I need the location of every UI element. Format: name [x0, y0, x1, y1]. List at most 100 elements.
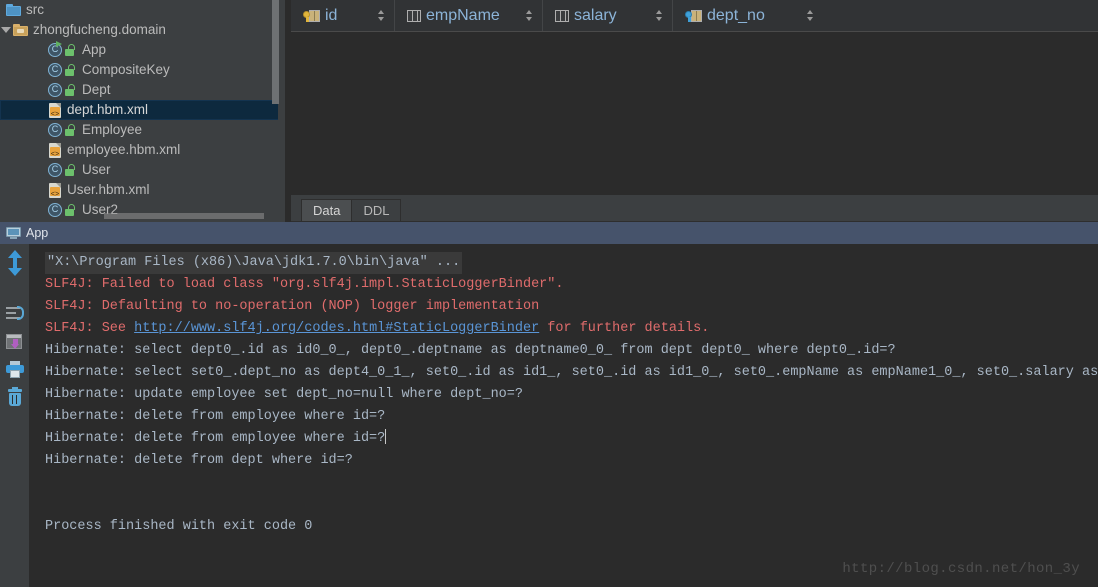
- down-arrow-icon: [6, 260, 24, 295]
- public-visibility-icon: [65, 203, 76, 217]
- down-the-stack-trace-button[interactable]: [0, 260, 29, 300]
- run-tab-app[interactable]: App: [0, 226, 48, 240]
- tree-item-label: dept.hbm.xml: [67, 102, 149, 118]
- console-line-info: Hibernate: update employee set dept_no=n…: [45, 387, 523, 402]
- xml-file-icon: [48, 102, 62, 125]
- ide-window: src zhongfucheng.domain C App C CompositeKey C…: [0, 0, 1098, 587]
- public-visibility-icon: [65, 123, 76, 137]
- tree-item-src[interactable]: src: [0, 0, 291, 20]
- project-tree-panel[interactable]: src zhongfucheng.domain C App C CompositeKey C…: [0, 0, 291, 222]
- column-header-label: dept_no: [707, 6, 765, 24]
- sort-toggle-icon[interactable]: [526, 9, 533, 22]
- tab-data[interactable]: Data: [301, 199, 353, 222]
- public-visibility-icon: [65, 63, 76, 77]
- java-class-runnable-icon: C: [48, 41, 62, 58]
- foreign-key-column-icon: [685, 9, 702, 23]
- sort-toggle-icon[interactable]: [807, 9, 814, 22]
- public-visibility-icon: [65, 43, 76, 57]
- tree-item-dept-hbm-xml[interactable]: dept.hbm.xml: [0, 100, 291, 125]
- data-ddl-tab-bar: Data DDL: [291, 195, 1098, 222]
- java-class-icon: C: [48, 123, 62, 138]
- tree-vertical-scrollbar-thumb[interactable]: [272, 0, 279, 104]
- console-command-text: "X:\Program Files (x86)\Java\jdk1.7.0\bi…: [45, 252, 463, 274]
- console-line-info: Hibernate: select dept0_.id as id0_0_, d…: [45, 343, 896, 358]
- public-visibility-icon: [65, 163, 76, 177]
- sort-toggle-icon[interactable]: [378, 9, 385, 22]
- console-line-info: Hibernate: select set0_.dept_no as dept4…: [45, 365, 1098, 380]
- primary-key-column-icon: [303, 9, 320, 23]
- console-line-error: SLF4J: Defaulting to no-operation (NOP) …: [45, 299, 540, 314]
- tree-item-label: Dept: [82, 82, 111, 98]
- column-icon: [555, 9, 569, 23]
- xml-file-icon: [48, 142, 62, 165]
- soft-wrap-icon: [5, 305, 24, 323]
- package-folder-icon: [13, 24, 28, 37]
- tree-item-label: zhongfucheng.domain: [33, 22, 166, 38]
- tree-horizontal-scrollbar-thumb[interactable]: [104, 213, 264, 219]
- console-line-info: Hibernate: delete from employee where id…: [45, 428, 1098, 450]
- console-output[interactable]: "X:\Program Files (x86)\Java\jdk1.7.0\bi…: [29, 244, 1098, 587]
- tree-item-app[interactable]: C App: [0, 40, 291, 60]
- console-line-info: Hibernate: delete from dept where id=?: [45, 453, 353, 468]
- column-header-dept_no[interactable]: dept_no: [673, 0, 823, 31]
- tree-item-label: App: [82, 42, 107, 58]
- column-icon: [407, 9, 421, 23]
- tree-item-user-hbm-xml[interactable]: User.hbm.xml: [0, 180, 291, 205]
- java-class-icon: C: [48, 203, 62, 218]
- print-icon: [5, 361, 24, 379]
- console-line-info: Hibernate: delete from employee where id…: [45, 409, 386, 424]
- java-class-icon: C: [48, 83, 62, 98]
- console-toolbar: [0, 244, 29, 587]
- console-error-prefix: SLF4J: See: [45, 321, 135, 336]
- console-error-suffix: for further details.: [539, 321, 710, 336]
- column-header-salary[interactable]: salary: [543, 0, 673, 31]
- export-to-file-button[interactable]: [0, 328, 29, 356]
- console-line-command: "X:\Program Files (x86)\Java\jdk1.7.0\bi…: [45, 252, 1098, 274]
- console-info-text: Hibernate: delete from employee where id…: [45, 431, 386, 446]
- column-header-empName[interactable]: empName: [395, 0, 543, 31]
- export-icon: [5, 333, 24, 351]
- console-hyperlink[interactable]: http://www.slf4j.org/codes.html#StaticLo…: [134, 321, 539, 336]
- column-header-label: id: [325, 6, 338, 24]
- java-class-icon: C: [48, 63, 62, 78]
- top-area: src zhongfucheng.domain C App C CompositeKey C…: [0, 0, 1098, 222]
- project-tree-rows: src zhongfucheng.domain C App C CompositeKey C…: [0, 0, 291, 220]
- tree-item-dept[interactable]: C Dept: [0, 80, 291, 100]
- text-caret: [385, 429, 387, 444]
- column-header-label: salary: [574, 6, 617, 24]
- clear-all-button[interactable]: [0, 384, 29, 412]
- sort-toggle-icon[interactable]: [656, 9, 663, 22]
- column-header-label: empName: [426, 6, 500, 24]
- tree-item-label: employee.hbm.xml: [67, 142, 181, 158]
- trash-icon: [6, 387, 24, 407]
- xml-file-icon: [48, 182, 62, 205]
- tree-item-label: CompositeKey: [82, 62, 170, 78]
- tree-item-label: User.hbm.xml: [67, 182, 150, 198]
- run-tool-window-tab-bar: App: [0, 222, 1098, 244]
- console-line-error: SLF4J: Failed to load class "org.slf4j.i…: [45, 277, 564, 292]
- run-console-area: "X:\Program Files (x86)\Java\jdk1.7.0\bi…: [0, 244, 1098, 587]
- print-button[interactable]: [0, 356, 29, 384]
- column-header-id[interactable]: id: [291, 0, 395, 31]
- data-table-body[interactable]: [291, 32, 1098, 195]
- java-class-icon: C: [48, 163, 62, 178]
- tree-item-zhongfucheng-domain[interactable]: zhongfucheng.domain: [0, 20, 291, 40]
- tree-item-label: Employee: [82, 122, 143, 138]
- tab-ddl[interactable]: DDL: [351, 199, 402, 222]
- tree-item-user[interactable]: C User: [0, 160, 291, 180]
- tree-item-compositekey[interactable]: C CompositeKey: [0, 60, 291, 80]
- console-line-error-link: SLF4J: See http://www.slf4j.org/codes.ht…: [45, 318, 1098, 340]
- watermark-text: http://blog.csdn.net/hon_3y: [842, 561, 1080, 577]
- tree-vertical-scrollbar-track[interactable]: [272, 0, 285, 222]
- tree-item-label: User: [82, 162, 111, 178]
- run-tab-label: App: [26, 226, 49, 240]
- tree-item-employee[interactable]: C Employee: [0, 120, 291, 140]
- run-configuration-icon: [6, 226, 21, 240]
- tree-item-employee-hbm-xml[interactable]: employee.hbm.xml: [0, 140, 291, 165]
- data-table-panel: id empName salary dept_no Data DDL: [291, 0, 1098, 222]
- public-visibility-icon: [65, 83, 76, 97]
- chevron-down-icon[interactable]: [0, 24, 11, 35]
- soft-wrap-button[interactable]: [0, 300, 29, 328]
